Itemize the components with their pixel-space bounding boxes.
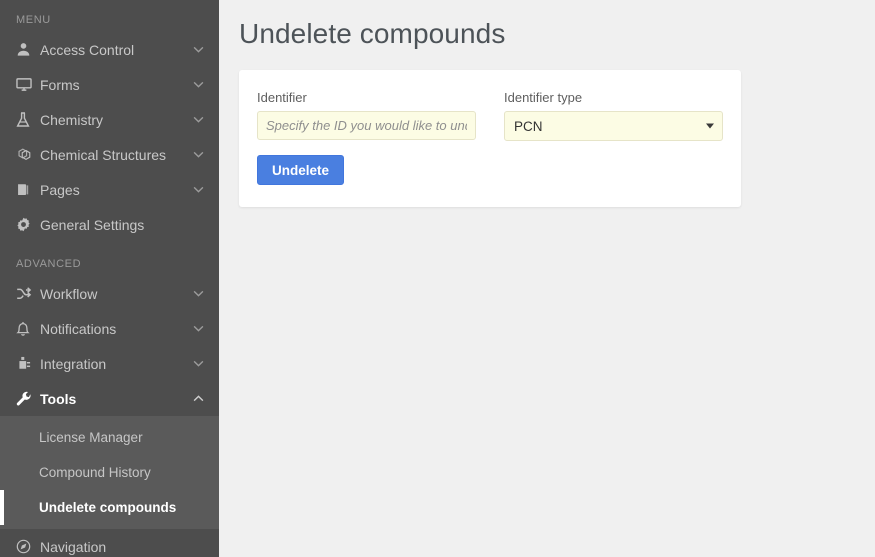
sidebar-item-label: Workflow <box>40 286 191 302</box>
chevron-down-icon <box>191 360 205 367</box>
sidebar-item-general-settings[interactable]: General Settings <box>0 207 219 242</box>
identifier-input[interactable] <box>257 111 476 140</box>
hexagon-stack-icon <box>16 147 38 163</box>
undelete-form-card: Identifier Identifier type PCN Undelete <box>239 70 741 207</box>
main-content: Undelete compounds Identifier Identifier… <box>219 0 875 557</box>
sidebar-subitem-license-manager[interactable]: License Manager <box>0 420 219 455</box>
sidebar-item-access-control[interactable]: Access Control <box>0 32 219 67</box>
sidebar: MENU Access Control <box>0 0 219 557</box>
sidebar-item-label: Forms <box>40 77 191 93</box>
sidebar-item-label: Integration <box>40 356 191 372</box>
shuffle-icon <box>16 287 38 301</box>
sidebar-subitem-label: Compound History <box>39 465 151 480</box>
sidebar-submenu-tools: License Manager Compound History Undelet… <box>0 416 219 529</box>
gear-icon <box>16 217 38 232</box>
sidebar-item-label: General Settings <box>40 217 191 233</box>
chevron-down-icon <box>191 151 205 158</box>
monitor-icon <box>16 77 38 92</box>
sidebar-item-chemical-structures[interactable]: Chemical Structures <box>0 137 219 172</box>
sidebar-item-pages[interactable]: Pages <box>0 172 219 207</box>
sidebar-item-label: Notifications <box>40 321 191 337</box>
sidebar-item-label: Tools <box>40 391 191 407</box>
sidebar-item-label: Navigation <box>40 539 191 555</box>
sidebar-item-chemistry[interactable]: Chemistry <box>0 102 219 137</box>
sidebar-item-forms[interactable]: Forms <box>0 67 219 102</box>
chevron-up-icon <box>191 395 205 402</box>
chevron-down-icon <box>191 116 205 123</box>
sidebar-item-navigation[interactable]: Navigation <box>0 529 219 557</box>
identifier-type-select[interactable]: PCN <box>504 111 723 141</box>
app-root: MENU Access Control <box>0 0 875 557</box>
sidebar-item-label: Access Control <box>40 42 191 58</box>
book-icon <box>16 182 38 197</box>
plug-icon <box>16 356 38 371</box>
sidebar-subitem-label: Undelete compounds <box>39 500 176 515</box>
identifier-field-group: Identifier <box>257 90 476 141</box>
chevron-down-icon <box>191 186 205 193</box>
undelete-button[interactable]: Undelete <box>257 155 344 185</box>
user-icon <box>16 42 38 57</box>
chevron-down-icon <box>191 325 205 332</box>
sidebar-item-integration[interactable]: Integration <box>0 346 219 381</box>
sidebar-item-workflow[interactable]: Workflow <box>0 276 219 311</box>
sidebar-section-heading-menu: MENU <box>0 0 219 32</box>
sidebar-item-tools[interactable]: Tools <box>0 381 219 416</box>
form-fields-row: Identifier Identifier type PCN <box>257 90 723 141</box>
sidebar-subitem-label: License Manager <box>39 430 143 445</box>
sidebar-subitem-compound-history[interactable]: Compound History <box>0 455 219 490</box>
chevron-down-icon <box>191 290 205 297</box>
chevron-down-icon <box>191 46 205 53</box>
bell-icon <box>16 321 38 337</box>
identifier-type-label: Identifier type <box>504 90 723 105</box>
sidebar-item-label: Chemistry <box>40 112 191 128</box>
compass-icon <box>16 539 38 554</box>
identifier-type-field-group: Identifier type PCN <box>504 90 723 141</box>
page-title: Undelete compounds <box>239 18 875 50</box>
chevron-down-icon <box>191 81 205 88</box>
sidebar-item-notifications[interactable]: Notifications <box>0 311 219 346</box>
flask-icon <box>16 112 38 128</box>
sidebar-item-label: Chemical Structures <box>40 147 191 163</box>
sidebar-section-heading-advanced: ADVANCED <box>0 242 219 276</box>
identifier-label: Identifier <box>257 90 476 105</box>
identifier-type-selected-value: PCN <box>514 119 543 134</box>
sidebar-item-label: Pages <box>40 182 191 198</box>
sidebar-subitem-undelete-compounds[interactable]: Undelete compounds <box>0 490 219 525</box>
identifier-type-select-wrapper: PCN <box>504 111 723 141</box>
wrench-icon <box>16 391 38 407</box>
